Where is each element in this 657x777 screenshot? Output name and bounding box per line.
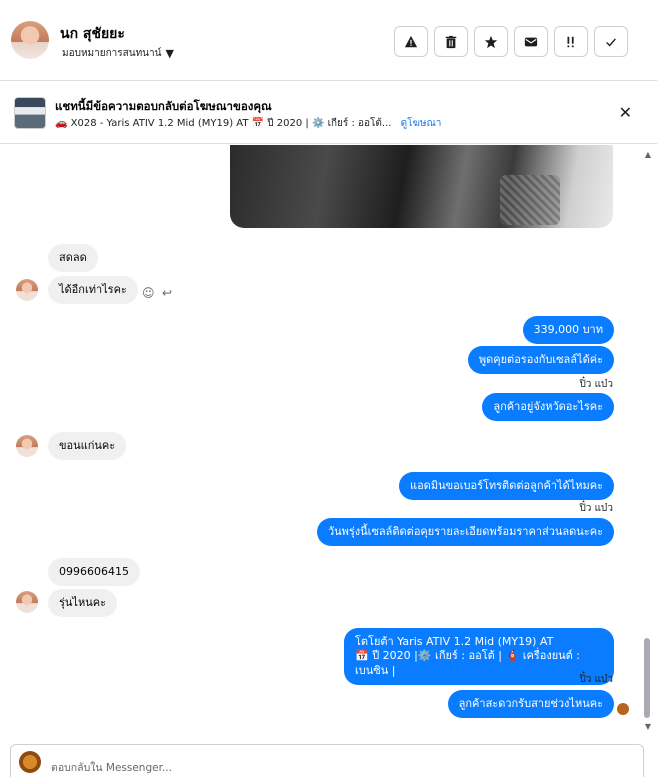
outgoing-message[interactable]: โตโยต้า Yaris ATIV 1.2 Mid (MY19) AT 📅 ป… — [344, 628, 614, 685]
outgoing-message[interactable]: พูดคุยต่อรองกับเซลล์ได้ค่ะ — [467, 346, 614, 375]
outgoing-message[interactable]: ลูกค้าอยู่จังหวัดอะไรคะ — [482, 393, 614, 422]
outgoing-message[interactable]: วันพรุ่งนี้เซลล์ติดต่อคุยรายละเอียดพร้อม… — [316, 518, 614, 547]
mark-unread-button[interactable] — [514, 26, 548, 57]
seen-by-label: ปิ๋ว แบ๋ว — [579, 379, 613, 390]
exclamation-icon — [567, 36, 574, 47]
contact-avatar[interactable] — [11, 21, 49, 59]
outgoing-message[interactable]: แอดมินขอเบอร์โทรติดต่อลูกค้าได้ไหมคะ — [398, 472, 614, 501]
ad-banner-subtitle: 🚗 X028 - Yaris ATIV 1.2 Mid (MY19) AT 📅 … — [55, 116, 441, 131]
ad-reply-banner: แชทนี้มีข้อความตอบกลับต่อโฆษณาของคุณ 🚗 X… — [0, 82, 657, 144]
message-line: โตโยต้า Yaris ATIV 1.2 Mid (MY19) AT — [355, 635, 554, 648]
react-emoji-icon[interactable]: ☺ — [142, 286, 155, 300]
assign-conversation-dropdown[interactable]: มอบหมายการสนทนาน์ ▼ — [62, 46, 174, 61]
message-thread[interactable]: สดลด ได้อีกเท่าไรคะ ☺ ↩ 339,000 บาท พูดค… — [0, 145, 657, 735]
assign-label: มอบหมายการสนทนาน์ — [62, 48, 162, 59]
caret-down-icon: ▼ — [165, 47, 174, 60]
outgoing-message[interactable]: ลูกค้าสะดวกรับสายช่วงไหนคะ — [447, 690, 614, 719]
seen-by-label: ปิ๋ว แบ๋ว — [579, 674, 613, 685]
star-button[interactable] — [474, 26, 508, 57]
report-button[interactable] — [394, 26, 428, 57]
header-actions — [394, 26, 628, 57]
contact-avatar-small — [16, 279, 38, 301]
reply-composer[interactable]: ตอบกลับใน Messenger... — [10, 744, 644, 777]
seen-by-label: ปิ๋ว แบ๋ว — [579, 503, 613, 514]
ad-description: 🚗 X028 - Yaris ATIV 1.2 Mid (MY19) AT 📅 … — [55, 118, 392, 129]
star-icon — [484, 35, 498, 48]
incoming-message[interactable]: สดลด — [48, 244, 98, 273]
incoming-message[interactable]: รุ่นไหนคะ — [48, 589, 117, 618]
incoming-message[interactable]: ได้อีกเท่าไรคะ — [48, 276, 138, 305]
incoming-message[interactable]: 0996606415 — [48, 558, 140, 587]
spam-button[interactable] — [554, 26, 588, 57]
contact-avatar-small — [16, 591, 38, 613]
done-button[interactable] — [594, 26, 628, 57]
contact-avatar-small — [16, 435, 38, 457]
scrollbar-thumb[interactable] — [644, 638, 650, 718]
outgoing-message[interactable]: 339,000 บาท — [522, 316, 614, 345]
reply-icon[interactable]: ↩ — [162, 286, 172, 300]
read-receipt-avatar — [617, 703, 629, 715]
car-interior-photo[interactable] — [230, 145, 613, 228]
scroll-up-arrow-icon[interactable]: ▲ — [645, 150, 651, 159]
conversation-header: นก สุชัยยะ มอบหมายการสนทนาน์ ▼ — [0, 0, 657, 81]
ad-banner-title: แชทนี้มีข้อความตอบกลับต่อโฆษณาของคุณ — [55, 99, 272, 113]
view-ad-link[interactable]: ดูโฆษณา — [401, 118, 442, 129]
scroll-down-arrow-icon[interactable]: ▼ — [645, 722, 651, 731]
checkmark-icon — [606, 37, 616, 47]
page-avatar — [19, 751, 41, 773]
ad-thumbnail[interactable] — [14, 97, 46, 129]
envelope-icon — [524, 37, 538, 46]
warning-icon — [404, 35, 418, 47]
contact-name[interactable]: นก สุชัยยะ — [60, 23, 125, 45]
delete-button[interactable] — [434, 26, 468, 57]
message-line: 📅 ปี 2020 |⚙️ เกียร์ : ออโต้ | 🧯 เครื่อง… — [355, 649, 581, 677]
close-icon[interactable]: ✕ — [619, 103, 632, 122]
incoming-message[interactable]: ขอนแก่นคะ — [48, 432, 127, 461]
reply-input[interactable]: ตอบกลับใน Messenger... — [51, 759, 172, 776]
trash-icon — [445, 35, 457, 48]
